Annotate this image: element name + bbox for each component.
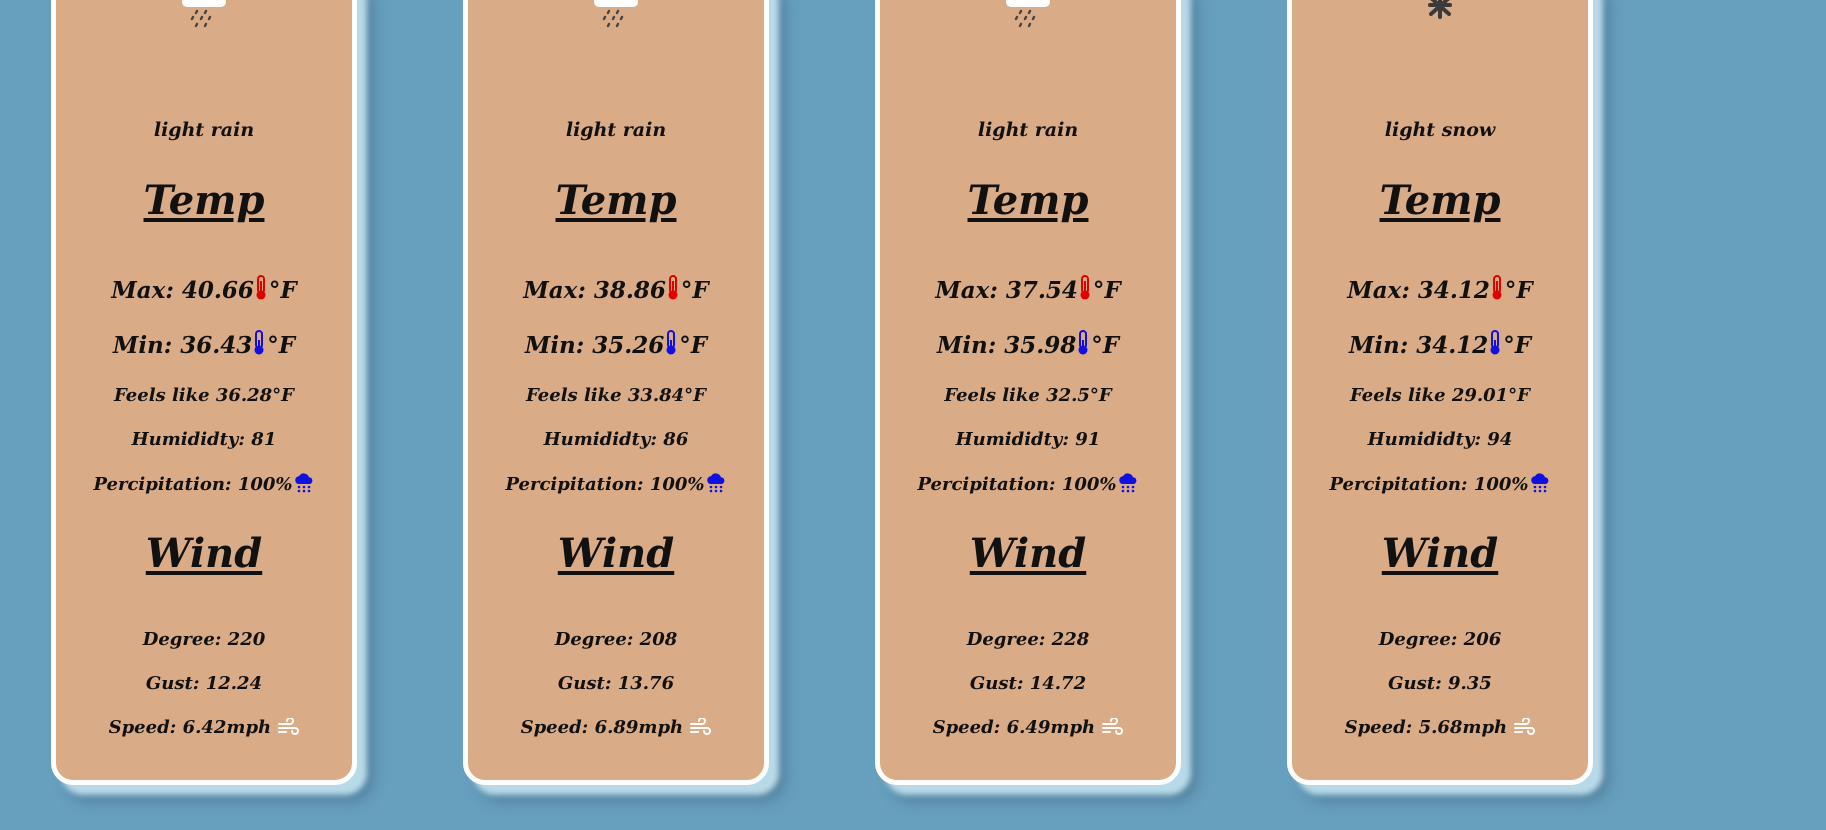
humidity: Humididty: 91 [955,429,1101,450]
wind-speed-value: Speed: 5.68mph [1344,717,1508,738]
wind-speed-value: Speed: 6.89mph [520,717,684,738]
wind-gust: Gust: 9.35 [1388,673,1492,694]
wind-heading: Wind [145,530,263,577]
humidity: Humididty: 86 [543,429,689,450]
temp-unit: °F [680,277,709,304]
wind-gust: Gust: 13.76 [557,673,675,694]
precipitation-value: Percipitation: 100% [1329,474,1529,495]
thermometer-hot-icon [668,275,678,300]
forecast-card: light rain Temp Max: 38.86 °F Min: 35.26 °… [463,0,769,785]
min-temp-value: Min: 36.43 [112,332,253,359]
wind-speed-value: Speed: 6.49mph [932,717,1096,738]
wind-gust: Gust: 12.24 [145,673,263,694]
temp-unit: °F [1092,277,1121,304]
humidity: Humididty: 94 [1367,429,1513,450]
forecast-stage: light rain Temp Max: 40.66 °F Min: 36.43 °… [0,0,1826,830]
cloud-rain-icon [706,473,724,493]
temp-unit: °F [1503,332,1532,359]
wind-icon [1102,718,1124,735]
thermometer-hot-icon [1080,275,1090,300]
temp-unit: °F [679,332,708,359]
precipitation-value: Percipitation: 100% [505,474,705,495]
max-temp: Max: 34.12 °F [1292,275,1588,304]
wind-speed: Speed: 6.49mph [880,717,1176,738]
precipitation: Percipitation: 100% [1292,473,1588,495]
temp-unit: °F [1091,332,1120,359]
max-temp-value: Max: 40.66 [111,277,254,304]
temp-heading: Temp [555,177,677,224]
thermometer-cold-icon [1490,330,1500,355]
min-temp-value: Min: 34.12 [1348,332,1489,359]
rain-cloud-icon [1006,0,1050,28]
wind-heading: Wind [1381,530,1499,577]
forecast-card: light rain Temp Max: 37.54 °F Min: 35.98 °… [875,0,1181,785]
thermometer-hot-icon [256,275,266,300]
precipitation: Percipitation: 100% [468,473,764,495]
wind-speed: Speed: 6.89mph [468,717,764,738]
wind-degree: Degree: 208 [554,629,678,650]
wind-icon [1514,718,1536,735]
forecast-card: light snow Temp Max: 34.12 °F Min: 34.12 °… [1287,0,1593,785]
max-temp: Max: 40.66 °F [56,275,352,304]
min-temp: Min: 34.12 °F [1292,330,1588,359]
weather-description: light rain [977,119,1079,141]
min-temp: Min: 35.98 °F [880,330,1176,359]
precipitation: Percipitation: 100% [56,473,352,495]
rain-cloud-icon [594,0,638,28]
wind-gust: Gust: 14.72 [969,673,1087,694]
feels-like: Feels like 36.28°F [114,385,294,406]
min-temp: Min: 36.43 °F [56,330,352,359]
cloud-rain-icon [1530,473,1548,493]
temp-unit: °F [268,277,297,304]
feels-like: Feels like 33.84°F [526,385,706,406]
cloud-rain-icon [294,473,312,493]
max-temp-value: Max: 37.54 [935,277,1078,304]
wind-degree: Degree: 220 [142,629,266,650]
thermometer-hot-icon [1492,275,1502,300]
forecast-card: light rain Temp Max: 40.66 °F Min: 36.43 °… [51,0,357,785]
min-temp: Min: 35.26 °F [468,330,764,359]
temp-heading: Temp [967,177,1089,224]
max-temp-value: Max: 34.12 [1347,277,1490,304]
weather-description: light snow [1384,119,1496,141]
temp-unit: °F [1504,277,1533,304]
temp-unit: °F [267,332,296,359]
max-temp: Max: 38.86 °F [468,275,764,304]
temp-heading: Temp [143,177,265,224]
max-temp: Max: 37.54 °F [880,275,1176,304]
precipitation-value: Percipitation: 100% [93,474,293,495]
weather-description: light rain [565,119,667,141]
wind-degree: Degree: 206 [1378,629,1502,650]
temp-heading: Temp [1379,177,1501,224]
thermometer-cold-icon [666,330,676,355]
weather-description: light rain [153,119,255,141]
cloud-rain-icon [1118,473,1136,493]
snowflake-icon [1428,0,1452,19]
wind-degree: Degree: 228 [966,629,1090,650]
humidity: Humididty: 81 [131,429,277,450]
wind-icon [278,718,300,735]
thermometer-cold-icon [254,330,264,355]
max-temp-value: Max: 38.86 [523,277,666,304]
feels-like: Feels like 32.5°F [944,385,1112,406]
wind-heading: Wind [969,530,1087,577]
rain-cloud-icon [182,0,226,28]
wind-icon [690,718,712,735]
feels-like: Feels like 29.01°F [1350,385,1530,406]
wind-speed-value: Speed: 6.42mph [108,717,272,738]
wind-speed: Speed: 6.42mph [56,717,352,738]
wind-speed: Speed: 5.68mph [1292,717,1588,738]
min-temp-value: Min: 35.98 [936,332,1077,359]
precipitation: Percipitation: 100% [880,473,1176,495]
thermometer-cold-icon [1078,330,1088,355]
min-temp-value: Min: 35.26 [524,332,665,359]
wind-heading: Wind [557,530,675,577]
precipitation-value: Percipitation: 100% [917,474,1117,495]
